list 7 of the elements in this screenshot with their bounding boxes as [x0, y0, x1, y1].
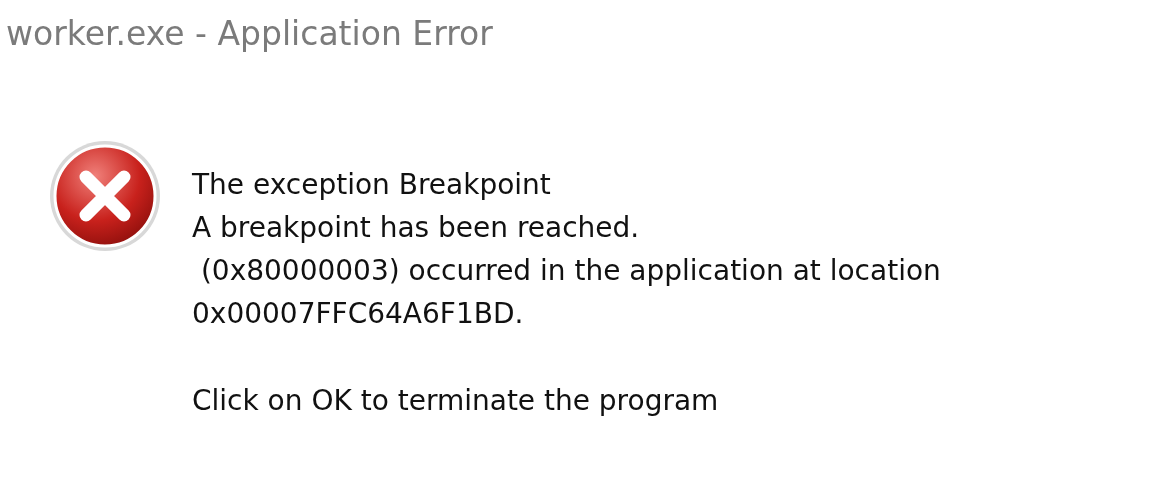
error-icon — [48, 139, 162, 253]
message-line: A breakpoint has been reached. — [192, 210, 641, 246]
message-line: 0x00007FFC64A6F1BD. — [192, 296, 525, 332]
instruction-text: Click on OK to terminate the program — [192, 383, 720, 419]
message-line: The exception Breakpoint — [192, 167, 552, 203]
message-line: (0x80000003) occurred in the application at location — [199, 253, 941, 289]
window-title: worker.exe - Application Error — [6, 14, 493, 53]
